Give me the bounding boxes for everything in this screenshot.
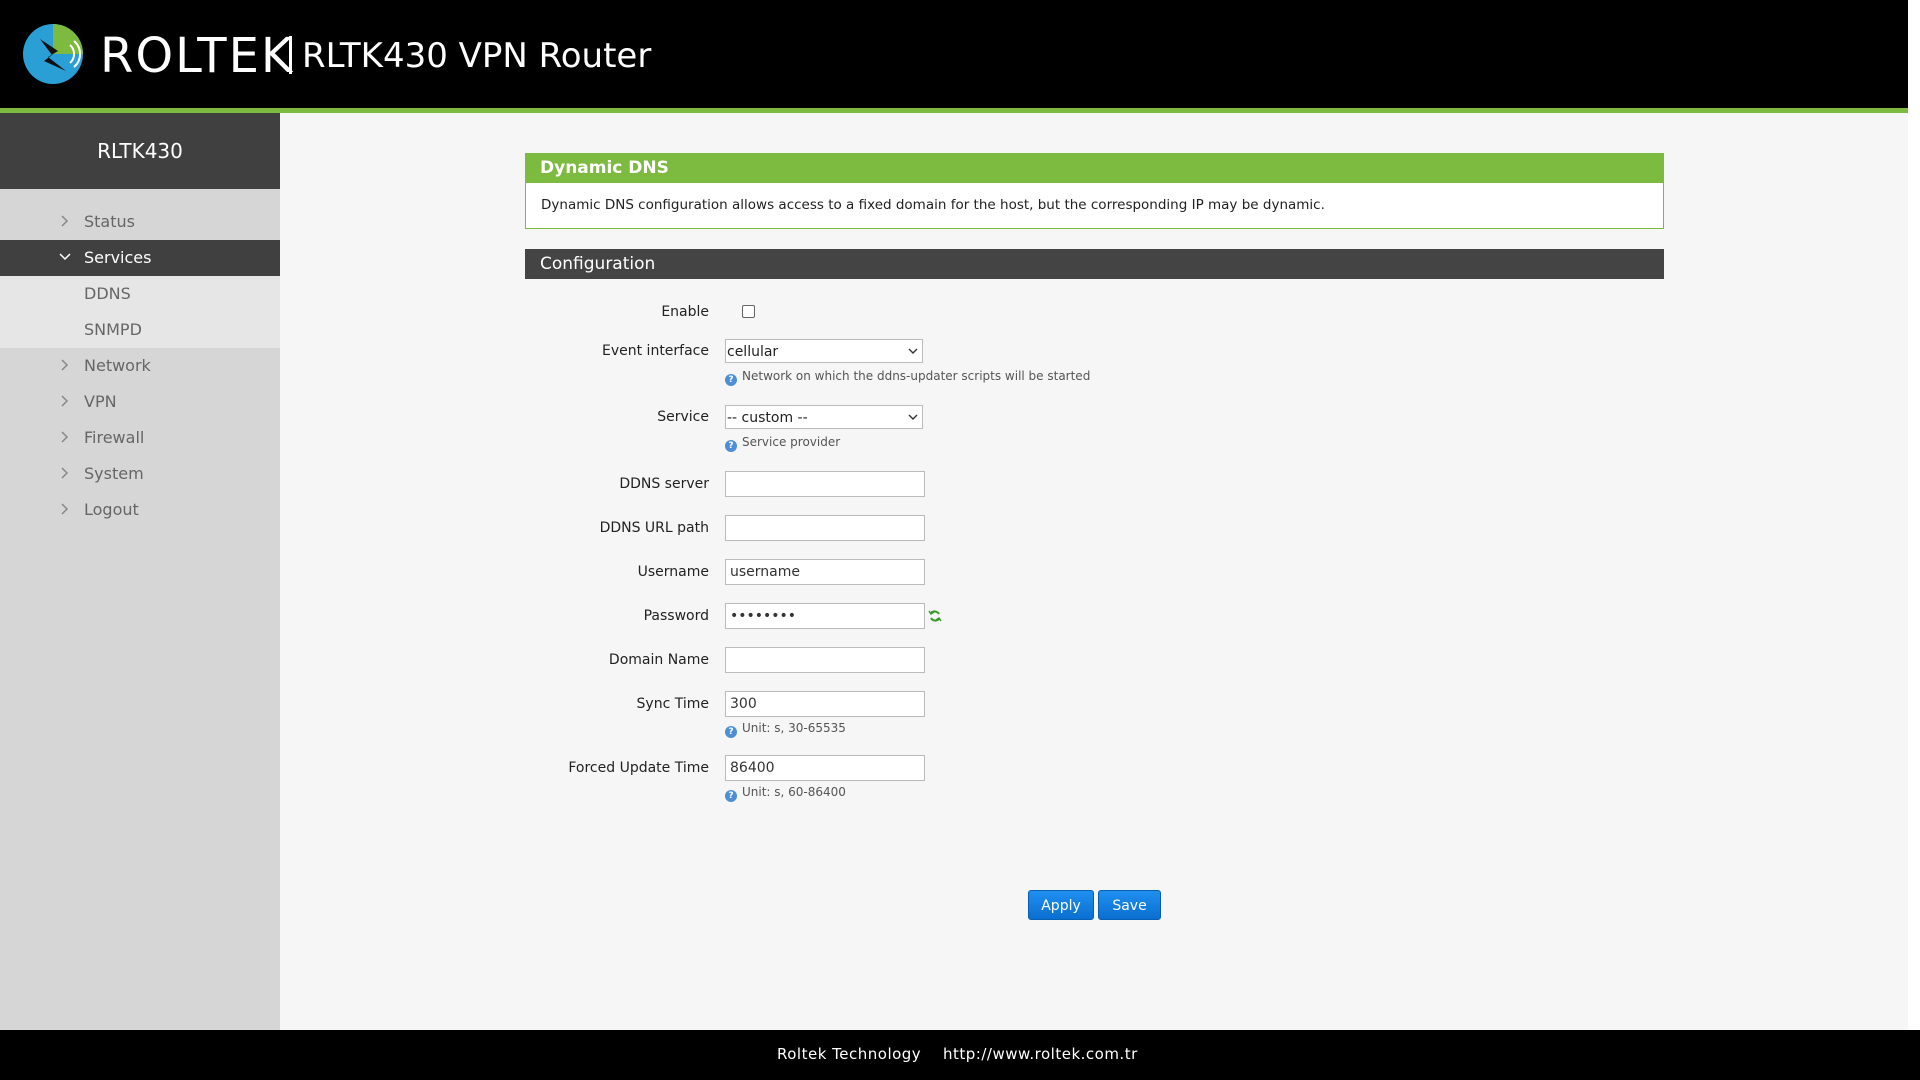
ddns-server-label: DDNS server [619, 476, 709, 492]
sync-time-input[interactable] [725, 691, 925, 717]
service-label: Service [657, 409, 709, 425]
domain-name-input[interactable] [725, 647, 925, 673]
event-interface-select[interactable]: cellular [725, 339, 923, 363]
ddns-url-path-label: DDNS URL path [599, 520, 709, 536]
header-accent-line [0, 108, 1908, 113]
sidebar-item-vpn[interactable]: VPN [0, 384, 280, 420]
sidebar: RLTK430 Status Services DDNS SNMPD Netwo… [0, 113, 280, 1030]
top-header: ROLTEK RLTK430 VPN Router [0, 0, 1920, 108]
service-row: Service -- custom -- ? Service provider [525, 405, 1664, 452]
chevron-right-icon [61, 503, 69, 515]
sidebar-item-label: VPN [84, 392, 117, 411]
enable-checkbox[interactable] [742, 305, 755, 318]
page-footer: Roltek Technology http://www.roltek.com.… [0, 1030, 1920, 1080]
forced-update-time-label: Forced Update Time [568, 760, 709, 776]
hint-text: Unit: s, 30-65535 [742, 721, 846, 735]
domain-name-label: Domain Name [608, 652, 709, 668]
chevron-down-icon [908, 348, 918, 354]
refresh-reveal-icon[interactable] [928, 609, 942, 623]
event-interface-value: cellular [727, 344, 779, 360]
services-submenu: DDNS SNMPD [0, 276, 280, 348]
help-icon: ? [725, 790, 737, 802]
sidebar-item-status[interactable]: Status [0, 204, 280, 240]
footer-url-link[interactable]: http://www.roltek.com.tr [943, 1045, 1138, 1063]
config-title: Configuration [525, 249, 1664, 279]
save-button[interactable]: Save [1098, 890, 1161, 920]
sidebar-item-logout[interactable]: Logout [0, 492, 280, 528]
ddns-server-input[interactable] [725, 471, 925, 497]
event-interface-row: Event interface cellular ? Network on whi… [525, 339, 1664, 386]
brand-name: ROLTEK [100, 28, 295, 84]
footer-company: Roltek Technology [777, 1045, 922, 1063]
sidebar-item-label: System [84, 464, 144, 483]
apply-button[interactable]: Apply [1028, 890, 1094, 920]
hint-text: Unit: s, 60-86400 [742, 785, 846, 799]
sync-time-hint: ? Unit: s, 30-65535 [725, 721, 846, 738]
chevron-right-icon [61, 395, 69, 407]
password-label: Password [643, 608, 709, 624]
config-form: Enable Event interface cellular ? Network… [525, 279, 1664, 979]
hint-text: Service provider [742, 435, 841, 449]
section-description: Dynamic DNS configuration allows access … [525, 183, 1664, 229]
chevron-down-icon [908, 414, 918, 420]
service-value: -- custom -- [727, 410, 808, 426]
forced-update-time-hint: ? Unit: s, 60-86400 [725, 785, 846, 802]
help-icon: ? [725, 726, 737, 738]
sidebar-item-label: Status [84, 212, 135, 231]
main-content: Dynamic DNS Dynamic DNS configuration al… [525, 153, 1664, 979]
sidebar-item-system[interactable]: System [0, 456, 280, 492]
chevron-right-icon [61, 431, 69, 443]
page-edge [1908, 0, 1920, 1030]
section-title: Dynamic DNS [525, 153, 1664, 183]
help-icon: ? [725, 374, 737, 386]
sidebar-subitem-ddns[interactable]: DDNS [0, 276, 280, 312]
help-icon: ? [725, 440, 737, 452]
event-interface-label: Event interface [602, 343, 709, 359]
device-name: RLTK430 [0, 113, 280, 189]
username-input[interactable] [725, 559, 925, 585]
chevron-right-icon [61, 215, 69, 227]
sidebar-item-label: Network [84, 356, 151, 375]
service-select[interactable]: -- custom -- [725, 405, 923, 429]
hint-text: Network on which the ddns-updater script… [742, 369, 1091, 383]
sidebar-item-label: Firewall [84, 428, 145, 447]
sidebar-item-label: DDNS [84, 284, 131, 303]
sidebar-item-services[interactable]: Services [0, 240, 280, 276]
chevron-right-icon [61, 359, 69, 371]
product-title: RLTK430 VPN Router [302, 36, 652, 76]
service-hint: ? Service provider [725, 435, 840, 452]
sidebar-item-network[interactable]: Network [0, 348, 280, 384]
chevron-right-icon [61, 467, 69, 479]
chevron-down-icon [59, 253, 71, 261]
brand-separator [289, 36, 292, 74]
roltek-logo-icon [23, 24, 83, 84]
sidebar-item-firewall[interactable]: Firewall [0, 420, 280, 456]
username-label: Username [637, 564, 709, 580]
forced-update-time-input[interactable] [725, 755, 925, 781]
sidebar-subitem-snmpd[interactable]: SNMPD [0, 312, 280, 348]
sidebar-item-label: Services [84, 248, 152, 267]
sidebar-nav: Status Services DDNS SNMPD Network VPN F… [0, 204, 280, 528]
sidebar-item-label: SNMPD [84, 320, 142, 339]
enable-label: Enable [661, 304, 709, 320]
sidebar-item-label: Logout [84, 500, 139, 519]
ddns-url-path-input[interactable] [725, 515, 925, 541]
event-interface-hint: ? Network on which the ddns-updater scrip… [725, 369, 1090, 386]
sync-time-label: Sync Time [636, 696, 709, 712]
password-input[interactable] [725, 603, 925, 629]
